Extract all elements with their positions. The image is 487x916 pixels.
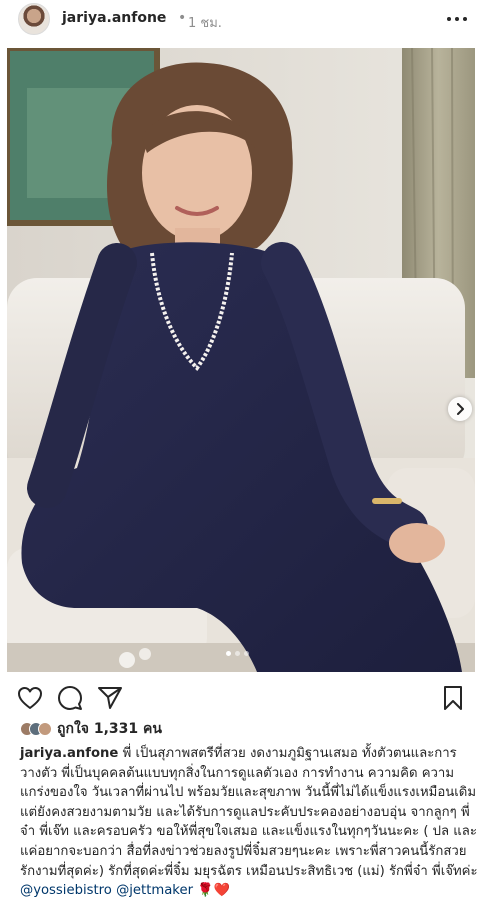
carousel-dot: [235, 651, 240, 656]
caption-username[interactable]: jariya.anfone: [20, 746, 118, 761]
post-photo[interactable]: [7, 48, 475, 672]
post-header: jariya.anfone • 1 ชม.: [0, 0, 487, 40]
heart-icon[interactable]: [16, 684, 44, 712]
bookmark-icon[interactable]: [439, 684, 467, 712]
separator-dot: •: [178, 10, 187, 26]
post-time[interactable]: 1 ชม.: [188, 12, 222, 33]
avatar[interactable]: [18, 3, 50, 35]
carousel-dot: [226, 651, 231, 656]
action-bar: [0, 682, 487, 714]
more-options-icon[interactable]: [442, 4, 472, 34]
post-username[interactable]: jariya.anfone: [62, 10, 166, 26]
caption-emoji: 🌹❤️: [197, 883, 231, 899]
next-slide-button[interactable]: [448, 397, 472, 421]
liker-avatar: [38, 722, 52, 736]
chevron-right-icon: [457, 403, 464, 415]
caption-text: พี่ เป็นสุภาพสตรีที่สวย งดงามภูมิฐานเสมอ…: [20, 746, 478, 879]
mention-link[interactable]: @yossiebistro: [20, 883, 112, 898]
paper-plane-icon[interactable]: [96, 684, 124, 712]
post-caption: jariya.anfone พี่ เป็นสุภาพสตรีที่สวย งด…: [20, 744, 478, 901]
comment-icon[interactable]: [56, 684, 84, 712]
carousel-dot: [244, 651, 249, 656]
likes-summary[interactable]: ถูกใจ 1,331 คน: [20, 719, 162, 739]
carousel-dots: [226, 651, 249, 656]
likes-count[interactable]: ถูกใจ 1,331 คน: [57, 718, 162, 740]
photo-image: [7, 48, 475, 672]
mention-link[interactable]: @jettmaker: [116, 883, 193, 898]
